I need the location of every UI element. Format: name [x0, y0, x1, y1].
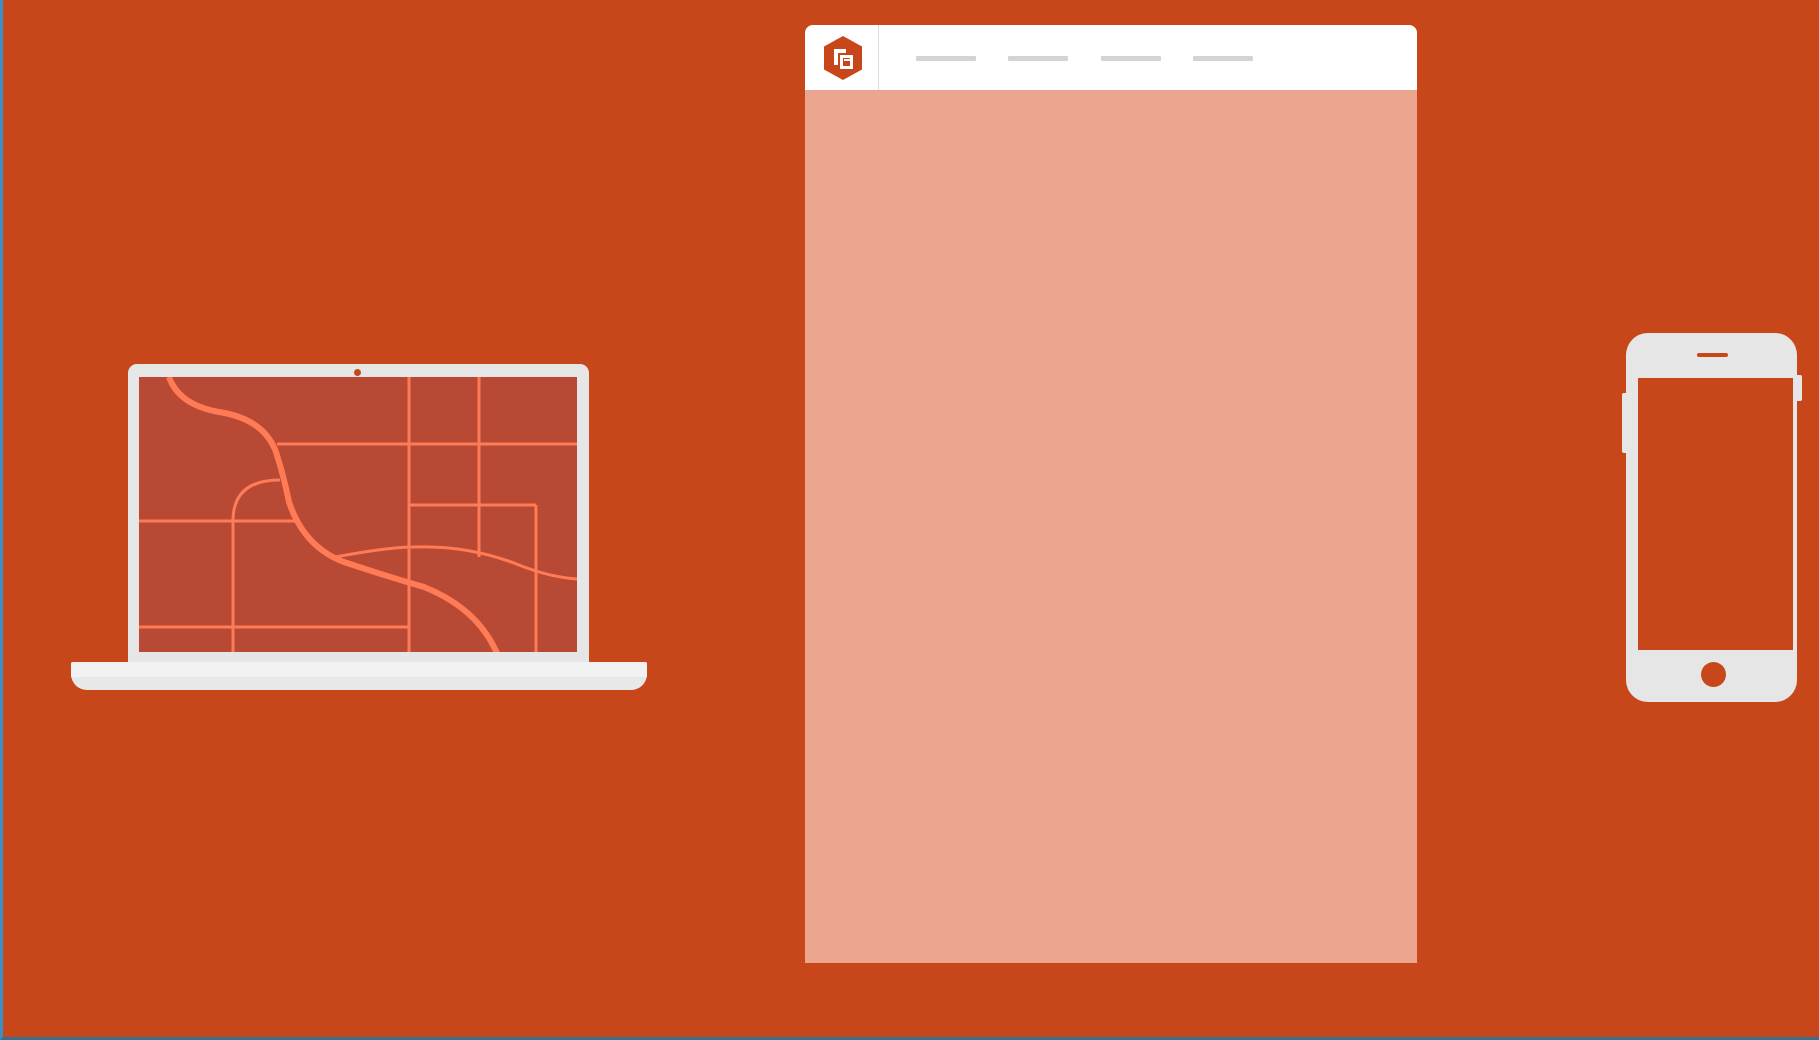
nav-item-4[interactable] [1193, 56, 1253, 61]
nav-item-2[interactable] [1008, 56, 1068, 61]
laptop-base-top [71, 662, 647, 677]
laptop-icon [71, 364, 647, 690]
phone-speaker [1697, 353, 1728, 357]
phone-body [1626, 333, 1797, 702]
laptop-screen [139, 377, 577, 652]
smartphone-icon [1622, 333, 1804, 702]
page-header [805, 25, 1417, 90]
app-logo-icon[interactable] [822, 35, 864, 81]
nav-item-3[interactable] [1101, 56, 1161, 61]
canvas [0, 0, 1819, 1040]
phone-home-button [1701, 662, 1726, 687]
page-mockup [805, 25, 1417, 963]
phone-screen [1638, 378, 1793, 650]
laptop-lid [128, 364, 589, 666]
laptop-camera [354, 369, 361, 376]
nav-item-1[interactable] [916, 56, 976, 61]
header-divider [878, 25, 879, 90]
map-illustration [139, 377, 577, 652]
